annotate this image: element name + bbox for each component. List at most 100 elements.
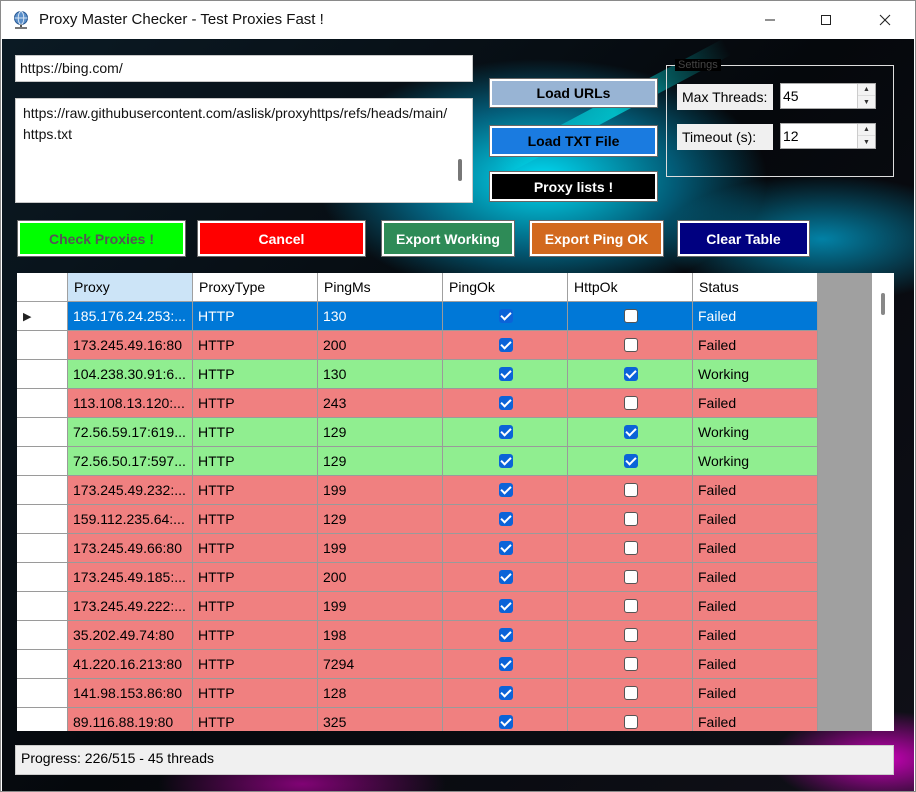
checkbox-unchecked[interactable] xyxy=(623,657,638,671)
checkbox-unchecked[interactable] xyxy=(623,686,638,700)
cell-proxy[interactable]: 72.56.59.17:619... xyxy=(68,418,193,447)
checkbox-unchecked[interactable] xyxy=(623,396,638,410)
cell-proxy[interactable]: 173.245.49.66:80 xyxy=(68,534,193,563)
checkbox-checked[interactable] xyxy=(498,512,513,526)
cell-pingms[interactable]: 325 xyxy=(318,708,443,731)
cell-proxytype[interactable]: HTTP xyxy=(193,534,318,563)
table-row[interactable]: 173.245.49.222:... HTTP 199 Failed xyxy=(17,592,818,621)
cell-proxytype[interactable]: HTTP xyxy=(193,650,318,679)
cell-pingms[interactable]: 129 xyxy=(318,505,443,534)
checkbox-checked[interactable] xyxy=(498,483,513,497)
cell-proxy[interactable]: 185.176.24.253:... xyxy=(68,302,193,331)
cell-proxy[interactable]: 159.112.235.64:... xyxy=(68,505,193,534)
cell-pingms[interactable]: 200 xyxy=(318,563,443,592)
cell-status[interactable]: Failed xyxy=(693,505,818,534)
column-header-status[interactable]: Status xyxy=(693,273,818,302)
cell-status[interactable]: Failed xyxy=(693,302,818,331)
checkbox-checked[interactable] xyxy=(498,309,513,323)
table-row[interactable]: 89.116.88.19:80 HTTP 325 Failed xyxy=(17,708,818,731)
cell-status[interactable]: Failed xyxy=(693,621,818,650)
cell-pingms[interactable]: 129 xyxy=(318,418,443,447)
cell-proxytype[interactable]: HTTP xyxy=(193,331,318,360)
minimize-button[interactable] xyxy=(745,1,795,39)
checkbox-checked[interactable] xyxy=(498,657,513,671)
table-row[interactable]: 141.98.153.86:80 HTTP 128 Failed xyxy=(17,679,818,708)
cell-pingms[interactable]: 7294 xyxy=(318,650,443,679)
cell-httpok[interactable] xyxy=(568,505,693,534)
title-bar[interactable]: Proxy Master Checker - Test Proxies Fast… xyxy=(1,1,915,39)
cell-proxytype[interactable]: HTTP xyxy=(193,360,318,389)
checkbox-checked[interactable] xyxy=(498,454,513,468)
cell-proxy[interactable]: 35.202.49.74:80 xyxy=(68,621,193,650)
cell-proxytype[interactable]: HTTP xyxy=(193,447,318,476)
cell-status[interactable]: Failed xyxy=(693,650,818,679)
table-row[interactable]: 159.112.235.64:... HTTP 129 Failed xyxy=(17,505,818,534)
cell-httpok[interactable] xyxy=(568,563,693,592)
row-header[interactable] xyxy=(17,650,68,679)
checkbox-checked[interactable] xyxy=(498,338,513,352)
row-header[interactable] xyxy=(17,621,68,650)
table-row[interactable]: 173.245.49.16:80 HTTP 200 Failed xyxy=(17,331,818,360)
cell-pingok[interactable] xyxy=(443,505,568,534)
table-row[interactable]: 173.245.49.185:... HTTP 200 Failed xyxy=(17,563,818,592)
cell-pingms[interactable]: 199 xyxy=(318,534,443,563)
cell-proxytype[interactable]: HTTP xyxy=(193,476,318,505)
cell-proxytype[interactable]: HTTP xyxy=(193,563,318,592)
checkbox-unchecked[interactable] xyxy=(623,483,638,497)
checkbox-checked[interactable] xyxy=(498,396,513,410)
checkbox-unchecked[interactable] xyxy=(623,599,638,613)
column-header-pingms[interactable]: PingMs xyxy=(318,273,443,302)
cell-pingms[interactable]: 199 xyxy=(318,476,443,505)
checkbox-unchecked[interactable] xyxy=(623,715,638,729)
row-header[interactable] xyxy=(17,505,68,534)
cell-status[interactable]: Failed xyxy=(693,476,818,505)
cell-proxytype[interactable]: HTTP xyxy=(193,389,318,418)
row-header[interactable] xyxy=(17,476,68,505)
cell-pingms[interactable]: 198 xyxy=(318,621,443,650)
cell-proxytype[interactable]: HTTP xyxy=(193,679,318,708)
cell-status[interactable]: Working xyxy=(693,360,818,389)
cell-proxytype[interactable]: HTTP xyxy=(193,708,318,731)
column-header-proxy[interactable]: Proxy xyxy=(68,273,193,302)
cell-pingok[interactable] xyxy=(443,447,568,476)
cell-status[interactable]: Failed xyxy=(693,708,818,731)
checkbox-unchecked[interactable] xyxy=(623,512,638,526)
cell-pingok[interactable] xyxy=(443,331,568,360)
cell-proxy[interactable]: 173.245.49.232:... xyxy=(68,476,193,505)
checkbox-unchecked[interactable] xyxy=(623,541,638,555)
test-url-input[interactable]: https://bing.com/ xyxy=(15,55,473,82)
timeout-stepper[interactable]: 12 ▲ ▼ xyxy=(780,123,876,149)
cell-proxy[interactable]: 41.220.16.213:80 xyxy=(68,650,193,679)
cell-status[interactable]: Failed xyxy=(693,389,818,418)
scrollbar-thumb[interactable] xyxy=(881,293,885,315)
cell-pingok[interactable] xyxy=(443,360,568,389)
checkbox-checked[interactable] xyxy=(623,367,638,381)
cell-status[interactable]: Failed xyxy=(693,679,818,708)
cell-pingok[interactable] xyxy=(443,389,568,418)
checkbox-unchecked[interactable] xyxy=(623,309,638,323)
cell-proxy[interactable]: 113.108.13.120:... xyxy=(68,389,193,418)
checkbox-checked[interactable] xyxy=(498,715,513,729)
close-button[interactable] xyxy=(860,1,910,39)
row-header[interactable] xyxy=(17,360,68,389)
row-header[interactable] xyxy=(17,708,68,731)
row-header[interactable] xyxy=(17,389,68,418)
checkbox-unchecked[interactable] xyxy=(623,338,638,352)
cell-httpok[interactable] xyxy=(568,360,693,389)
cell-httpok[interactable] xyxy=(568,447,693,476)
cell-httpok[interactable] xyxy=(568,708,693,731)
cell-httpok[interactable] xyxy=(568,679,693,708)
table-row[interactable]: 173.245.49.232:... HTTP 199 Failed xyxy=(17,476,818,505)
table-vertical-scrollbar[interactable] xyxy=(872,273,894,731)
cell-httpok[interactable] xyxy=(568,650,693,679)
cell-pingok[interactable] xyxy=(443,302,568,331)
export-ping-ok-button[interactable]: Export Ping OK xyxy=(530,221,663,256)
cell-pingok[interactable] xyxy=(443,534,568,563)
table-row[interactable]: 35.202.49.74:80 HTTP 198 Failed xyxy=(17,621,818,650)
column-header-proxytype[interactable]: ProxyType xyxy=(193,273,318,302)
cell-status[interactable]: Failed xyxy=(693,534,818,563)
row-header[interactable] xyxy=(17,563,68,592)
timeout-decrement-button[interactable]: ▼ xyxy=(858,136,875,148)
column-header-httpok[interactable]: HttpOk xyxy=(568,273,693,302)
cell-proxy[interactable]: 173.245.49.16:80 xyxy=(68,331,193,360)
